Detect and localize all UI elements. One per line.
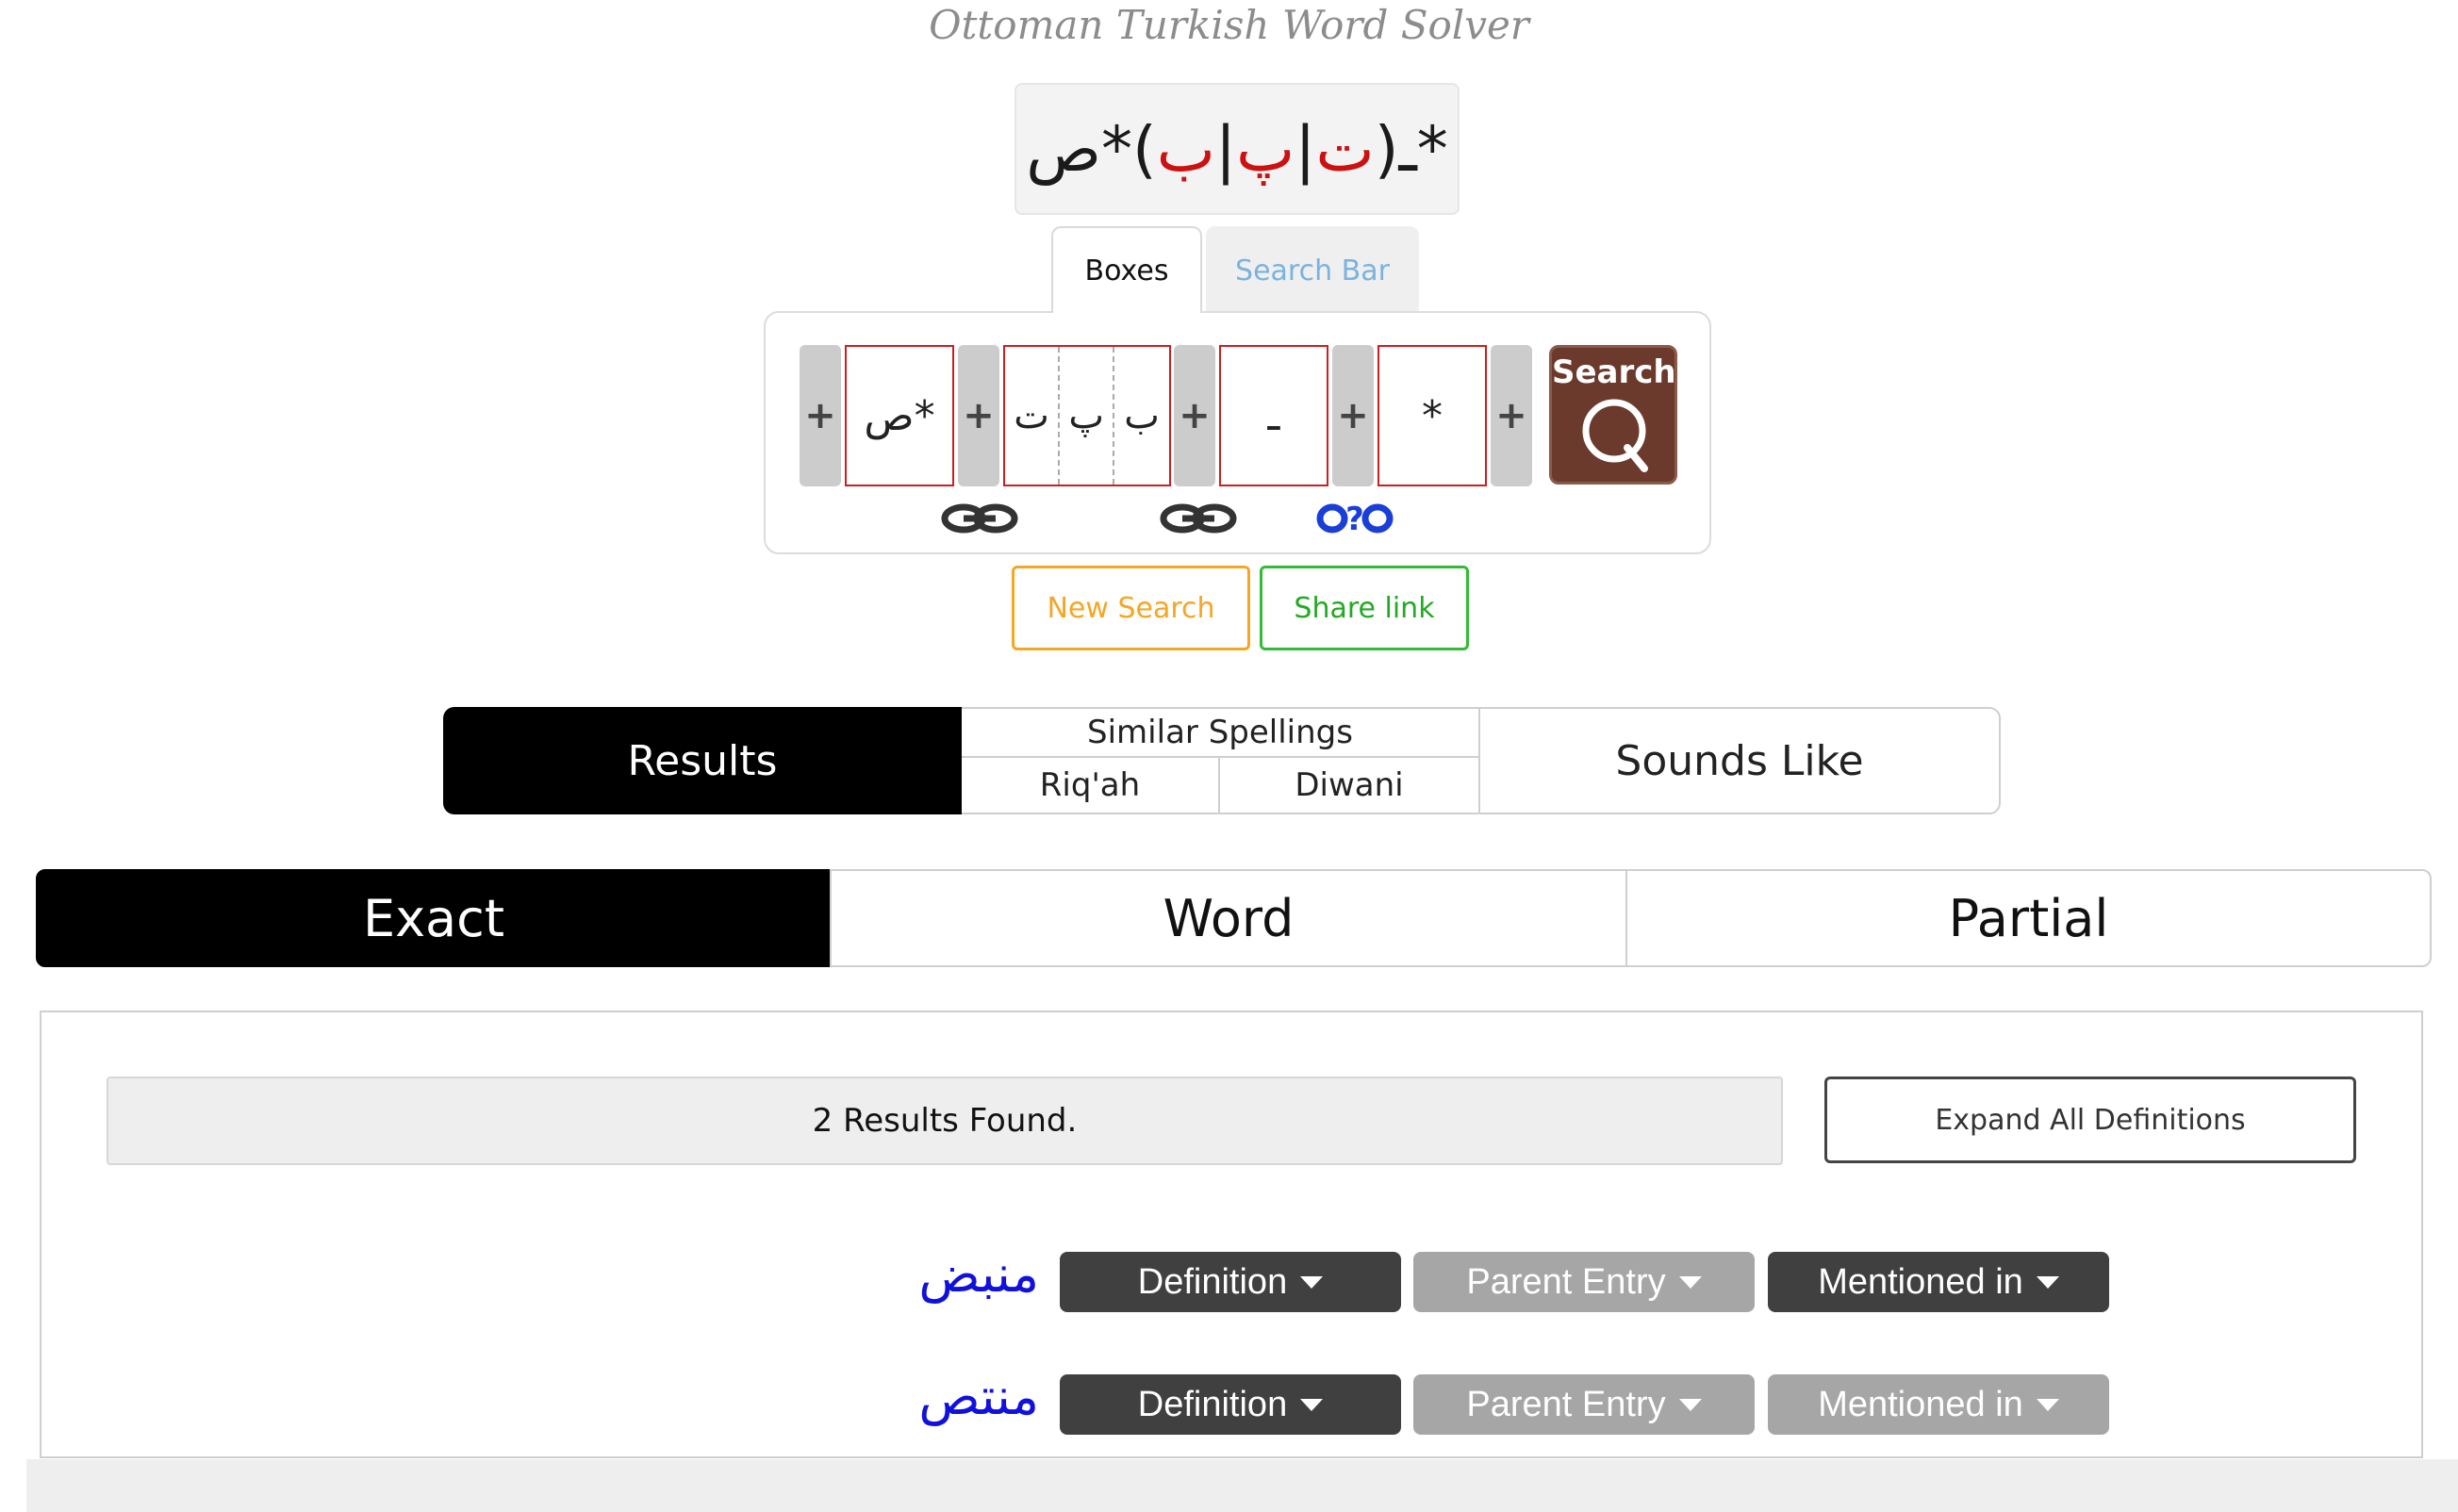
mentioned-in-label: Mentioned in [1818, 1261, 2023, 1302]
caret-down-icon [1300, 1275, 1324, 1289]
add-box-button[interactable]: + [800, 345, 841, 486]
tab-partial[interactable]: Partial [1625, 869, 2432, 967]
results-count: 2 Results Found. [107, 1076, 1783, 1165]
tab-similar-spellings[interactable]: Similar Spellings [962, 709, 1480, 758]
pattern-suffix: )ـ* [1374, 112, 1448, 186]
pattern-separator: | [1214, 112, 1237, 186]
letter-option[interactable]: پ [1060, 347, 1115, 485]
parent-entry-label: Parent Entry [1466, 1384, 1666, 1424]
search-button[interactable]: Search [1549, 345, 1677, 485]
optional-link-icon[interactable]: ? [1316, 500, 1394, 537]
result-word[interactable]: منتص [794, 1367, 1039, 1426]
pattern-separator: | [1295, 112, 1316, 186]
tab-exact[interactable]: Exact [36, 869, 832, 967]
search-button-label: Search [1552, 353, 1676, 391]
pattern-alt-3: ت [1315, 112, 1375, 186]
add-box-button[interactable]: + [1332, 345, 1374, 486]
definition-label: Definition [1137, 1261, 1288, 1302]
parent-entry-label: Parent Entry [1466, 1261, 1666, 1302]
mentioned-in-dropdown[interactable]: Mentioned in [1768, 1252, 2109, 1312]
tab-diwani[interactable]: Diwani [1220, 758, 1480, 813]
add-box-button[interactable]: + [1491, 345, 1532, 486]
tab-riqah[interactable]: Riq'ah [962, 758, 1220, 813]
share-link-button[interactable]: Share link [1260, 566, 1469, 650]
new-search-button[interactable]: New Search [1012, 566, 1250, 650]
parent-entry-dropdown[interactable]: Parent Entry [1413, 1374, 1755, 1435]
pattern-preview: ص*( ب | پ | ت )ـ* [1015, 83, 1460, 215]
caret-down-icon [1300, 1398, 1324, 1411]
result-word[interactable]: منبض [794, 1244, 1039, 1304]
tab-boxes[interactable]: Boxes [1051, 226, 1202, 313]
wildcard-box[interactable]: * [1377, 345, 1487, 486]
caret-down-icon [1678, 1275, 1702, 1289]
definition-label: Definition [1137, 1384, 1288, 1424]
link-icon[interactable] [941, 500, 1018, 537]
add-box-button[interactable]: + [1174, 345, 1215, 486]
letter-box[interactable]: ص* [845, 345, 954, 486]
svg-text:?: ? [1345, 501, 1364, 537]
app-title: Ottoman Turkish Word Solver [929, 2, 1529, 48]
definition-dropdown[interactable]: Definition [1060, 1374, 1401, 1435]
mentioned-in-dropdown[interactable]: Mentioned in [1768, 1374, 2109, 1435]
pattern-alt-2: پ [1236, 112, 1295, 186]
magnifier-icon [1582, 399, 1648, 472]
letter-option[interactable]: ب [1114, 347, 1169, 485]
tab-word[interactable]: Word [830, 869, 1627, 967]
caret-down-icon [2036, 1275, 2059, 1289]
pattern-prefix: ص*( [1026, 112, 1157, 186]
tab-results[interactable]: Results [443, 707, 962, 814]
definition-dropdown[interactable]: Definition [1060, 1252, 1401, 1312]
caret-down-icon [2036, 1398, 2059, 1411]
expand-all-button[interactable]: Expand All Definitions [1824, 1076, 2356, 1163]
mentioned-in-label: Mentioned in [1818, 1384, 2023, 1424]
parent-entry-dropdown[interactable]: Parent Entry [1413, 1252, 1755, 1312]
add-box-button[interactable]: + [958, 345, 999, 486]
tab-sounds-like[interactable]: Sounds Like [1480, 709, 1999, 813]
letter-box-multi[interactable]: ت پ ب [1003, 345, 1171, 486]
link-icon[interactable] [1160, 500, 1237, 537]
letter-box[interactable]: ـ [1219, 345, 1328, 486]
caret-down-icon [1678, 1398, 1702, 1411]
tab-search-bar[interactable]: Search Bar [1206, 226, 1419, 313]
letter-option[interactable]: ت [1005, 347, 1061, 485]
footer-strip [26, 1459, 2458, 1512]
pattern-alt-1: ب [1156, 112, 1215, 186]
